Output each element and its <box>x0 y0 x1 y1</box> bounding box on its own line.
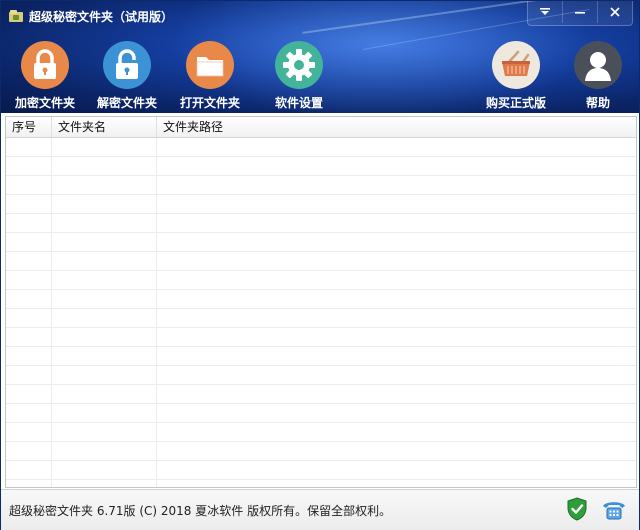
unlock-icon <box>103 41 151 89</box>
lock-icon <box>21 41 69 89</box>
open-folder-button[interactable]: 打开文件夹 <box>170 39 250 113</box>
close-icon <box>610 7 620 17</box>
app-icon <box>9 10 23 22</box>
column-header-folder-name[interactable]: 文件夹名 <box>52 117 157 137</box>
window-title: 超级秘密文件夹（试用版） <box>29 10 174 24</box>
minimize-button[interactable] <box>562 1 597 23</box>
open-folder-label: 打开文件夹 <box>179 96 240 110</box>
minimize-icon <box>575 12 585 14</box>
column-header-folder-path[interactable]: 文件夹路径 <box>157 117 636 137</box>
settings-button[interactable]: 软件设置 <box>259 39 339 113</box>
encrypt-folder-button[interactable]: 加密文件夹 <box>5 39 85 113</box>
app-window: 超级秘密文件夹（试用版） 加密文件夹 解密文件夹 打开文件夹 软件设置 购买正式… <box>0 0 640 530</box>
encrypt-folder-label: 加密文件夹 <box>14 96 75 110</box>
gear-icon <box>275 41 323 89</box>
basket-icon <box>492 41 540 89</box>
shield-check-icon[interactable] <box>566 497 588 521</box>
window-controls <box>527 1 633 26</box>
help-label: 帮助 <box>585 96 610 110</box>
help-button[interactable]: 帮助 <box>558 39 638 113</box>
column-header-index[interactable]: 序号 <box>6 117 52 137</box>
folder-table[interactable]: 序号 文件夹名 文件夹路径 <box>5 116 637 488</box>
copyright-text: 超级秘密文件夹 6.71版 (C) 2018 夏冰软件 版权所有。保留全部权利。 <box>9 504 392 518</box>
status-bar: 超级秘密文件夹 6.71版 (C) 2018 夏冰软件 版权所有。保留全部权利。 <box>1 489 639 530</box>
telephone-icon[interactable] <box>601 499 627 521</box>
menu-dropdown-button[interactable] <box>528 1 562 23</box>
table-header: 序号 文件夹名 文件夹路径 <box>6 117 636 138</box>
decrypt-folder-label: 解密文件夹 <box>96 96 157 110</box>
table-body[interactable] <box>6 138 636 487</box>
close-button[interactable] <box>597 1 632 23</box>
header: 超级秘密文件夹（试用版） 加密文件夹 解密文件夹 打开文件夹 软件设置 购买正式… <box>1 1 639 113</box>
decrypt-folder-button[interactable]: 解密文件夹 <box>87 39 167 113</box>
title-bar[interactable]: 超级秘密文件夹（试用版） <box>1 1 639 31</box>
user-icon <box>574 41 622 89</box>
buy-full-version-label: 购买正式版 <box>485 96 546 110</box>
menu-dropdown-icon <box>540 8 550 15</box>
settings-label: 软件设置 <box>274 96 323 110</box>
buy-full-version-button[interactable]: 购买正式版 <box>476 39 556 113</box>
folder-icon <box>186 41 234 89</box>
